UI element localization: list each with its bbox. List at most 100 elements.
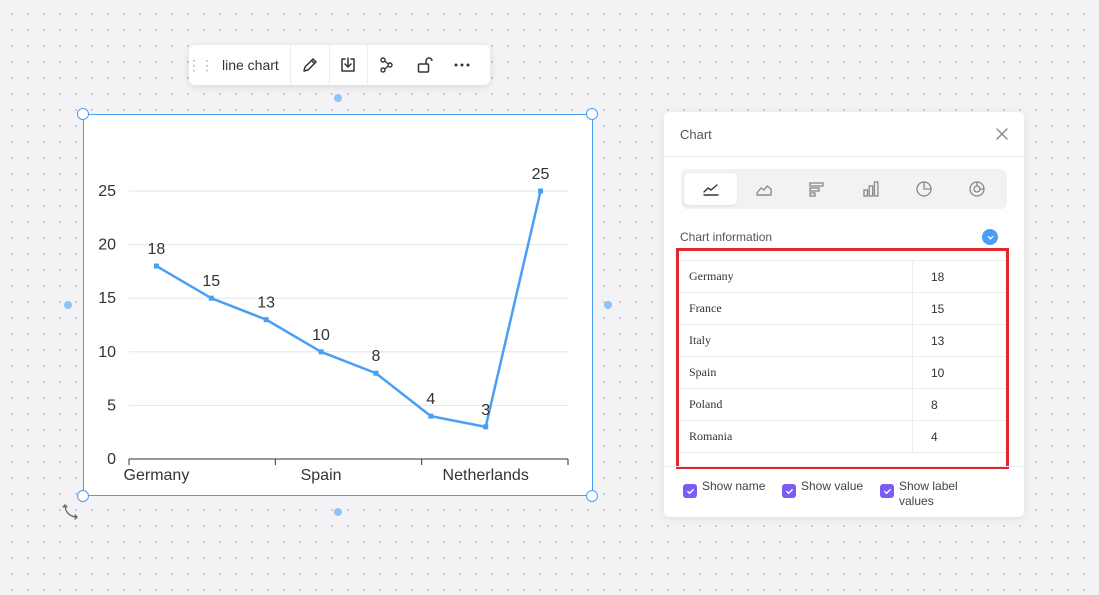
row-name-cell[interactable]: France — [680, 293, 913, 324]
data-point — [318, 349, 324, 355]
close-icon[interactable] — [994, 126, 1010, 142]
table-row: Italy 13 — [680, 325, 1007, 357]
table-row: Romania 4 — [680, 421, 1007, 453]
row-name-cell[interactable]: Romania — [680, 421, 913, 452]
data-point — [208, 295, 214, 301]
line-chart: 0 5 10 15 20 25 Germany Spain Netherlands 18 15 13 1… — [98, 166, 569, 484]
download-button[interactable] — [328, 45, 367, 85]
connect-handle-right[interactable] — [604, 301, 612, 309]
row-value-cell[interactable]: 10 — [913, 357, 1007, 388]
rotate-handle[interactable] — [61, 501, 81, 521]
row-value-cell[interactable]: 8 — [913, 389, 1007, 420]
y-tick-label: 20 — [98, 237, 116, 254]
data-label: 25 — [532, 166, 550, 183]
show-value-option[interactable]: Show value — [782, 479, 865, 498]
x-tick-label: Netherlands — [443, 467, 529, 484]
row-value-cell[interactable]: 18 — [913, 261, 1007, 292]
series-line — [155, 190, 542, 429]
row-value-cell[interactable]: 15 — [913, 293, 1007, 324]
show-name-option[interactable]: Show name — [683, 479, 766, 498]
chart-type-line[interactable] — [684, 173, 738, 205]
x-tick-label: Spain — [301, 467, 342, 484]
panel-header: Chart — [664, 112, 1024, 157]
data-label: 4 — [426, 391, 435, 408]
rotate-icon — [62, 504, 78, 520]
resize-handle-top-left[interactable] — [77, 108, 89, 120]
download-icon — [341, 57, 356, 72]
edit-button[interactable] — [291, 45, 329, 85]
data-point — [538, 188, 544, 194]
chevron-down-icon — [987, 235, 993, 240]
chart-type-label[interactable]: line chart — [211, 45, 291, 85]
check-icon — [785, 488, 793, 494]
checkbox-checked[interactable] — [880, 484, 894, 498]
data-label: 15 — [202, 273, 220, 290]
chart-type-bar[interactable] — [844, 173, 897, 205]
area-chart-icon — [756, 185, 772, 196]
share-nodes-icon — [380, 57, 394, 73]
y-tick-label: 10 — [98, 344, 116, 361]
donut-chart-icon — [969, 181, 985, 197]
row-name-cell[interactable]: Germany — [680, 261, 913, 292]
chart-information-label: Chart information — [680, 230, 773, 244]
connect-handle-bottom[interactable] — [334, 508, 342, 516]
data-label: 10 — [312, 327, 330, 344]
table-row: Poland 8 — [680, 389, 1007, 421]
chart-type-area[interactable] — [737, 173, 790, 205]
option-label: Show label values — [899, 479, 958, 508]
y-tick-label: 0 — [107, 451, 116, 468]
chart-toolbar: ⋮⋮ line chart — [187, 45, 490, 85]
bar-chart-icon — [862, 181, 879, 197]
chart-data-table: Germany 18 France 15 Italy 13 Spain 10 P… — [680, 260, 1007, 462]
horizontal-bar-chart-icon — [809, 182, 824, 197]
table-row: Germany 18 — [680, 261, 1007, 293]
drag-handle-icon[interactable]: ⋮⋮ — [187, 45, 214, 85]
panel-title: Chart — [680, 126, 712, 142]
chart-type-horizontal-bar[interactable] — [791, 173, 844, 205]
table-row: France 15 — [680, 293, 1007, 325]
chart-type-selector — [681, 169, 1007, 209]
checkbox-checked[interactable] — [683, 484, 697, 498]
row-value-cell[interactable]: 13 — [913, 325, 1007, 356]
data-label: 3 — [481, 402, 490, 419]
unlock-icon — [417, 57, 433, 73]
resize-handle-bottom-right[interactable] — [586, 490, 598, 502]
resize-handle-top-right[interactable] — [586, 108, 598, 120]
chart-type-donut[interactable] — [951, 173, 1004, 205]
data-label: 18 — [148, 241, 166, 258]
y-tick-label: 25 — [98, 183, 116, 200]
y-tick-label: 15 — [98, 290, 116, 307]
y-tick-label: 5 — [107, 397, 116, 414]
lock-button[interactable] — [405, 45, 443, 85]
show-label-values-option[interactable]: Show label values — [880, 479, 963, 509]
line-chart-widget[interactable]: 0 5 10 15 20 25 Germany Spain Netherlands 18 15 13 1… — [83, 114, 593, 496]
pencil-icon — [303, 58, 317, 72]
data-label: 13 — [257, 295, 275, 312]
more-button[interactable] — [443, 45, 481, 85]
table-row: Spain 10 — [680, 357, 1007, 389]
data-point — [263, 317, 269, 323]
checkbox-checked[interactable] — [782, 484, 796, 498]
display-options: Show name Show value Show label values — [664, 466, 1024, 517]
share-button[interactable] — [366, 45, 405, 85]
connect-handle-top[interactable] — [334, 94, 342, 102]
more-icon — [454, 63, 470, 67]
collapse-toggle[interactable] — [982, 229, 998, 245]
data-point — [153, 263, 159, 269]
chart-settings-panel: Chart Chart information Germany 18 Franc… — [664, 112, 1024, 517]
row-value-cell[interactable]: 4 — [913, 421, 1007, 452]
chart-type-pie[interactable] — [897, 173, 950, 205]
x-tick-label: Germany — [124, 467, 190, 484]
row-name-cell[interactable]: Italy — [680, 325, 913, 356]
row-name-cell[interactable]: Spain — [680, 357, 913, 388]
option-label: Show name — [702, 479, 766, 493]
check-icon — [686, 488, 694, 494]
data-label: 8 — [371, 348, 380, 365]
data-point — [483, 424, 489, 430]
data-point — [428, 413, 434, 419]
pie-chart-icon — [916, 181, 932, 197]
connect-handle-left[interactable] — [64, 301, 72, 309]
check-icon — [883, 488, 891, 494]
row-name-cell[interactable]: Poland — [680, 389, 913, 420]
option-label: Show value — [801, 479, 864, 493]
